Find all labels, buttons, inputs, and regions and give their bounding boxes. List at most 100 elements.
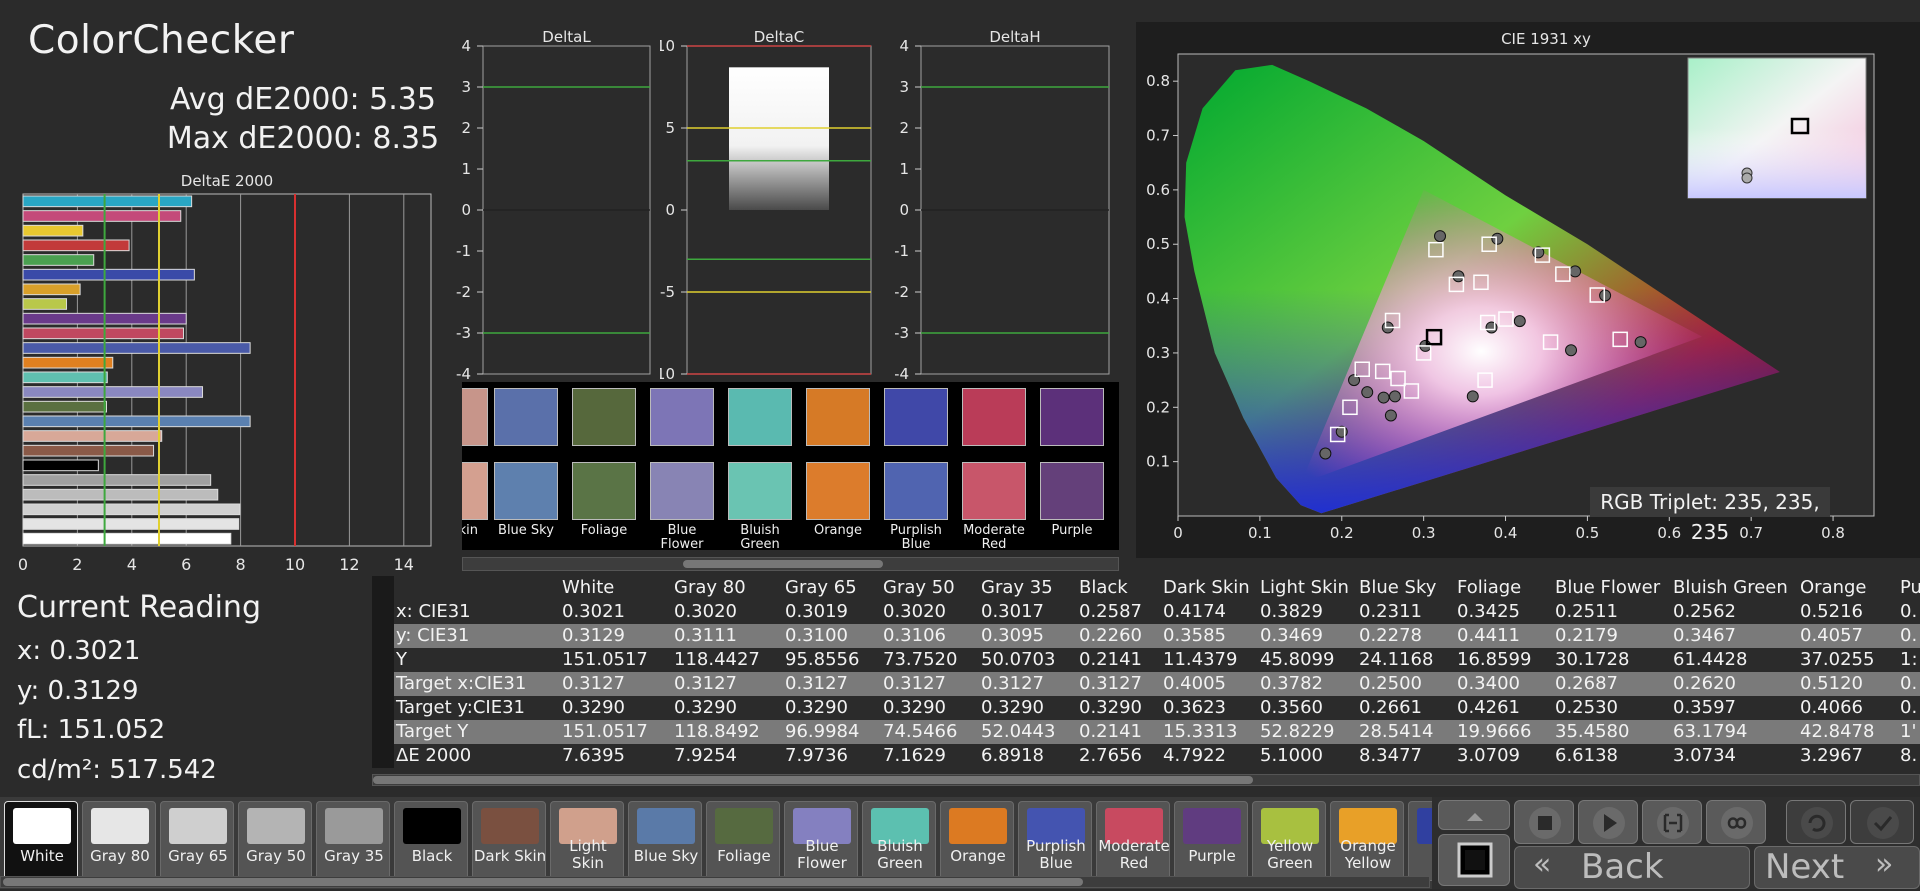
current-x: x: 0.3021 bbox=[17, 636, 141, 666]
patch-tile[interactable]: Gray 65 bbox=[160, 801, 234, 881]
target-swatch bbox=[572, 462, 636, 520]
patch-tile[interactable]: Dark Skin bbox=[472, 801, 546, 881]
measured-point bbox=[1319, 447, 1332, 460]
table-cell: 7.6395 bbox=[562, 745, 625, 766]
column-header[interactable]: Light Skin bbox=[1260, 576, 1349, 600]
column-header[interactable]: Black bbox=[1079, 576, 1128, 600]
loop-button[interactable] bbox=[1706, 800, 1766, 844]
delta-ytick: 4 bbox=[461, 37, 471, 55]
column-header[interactable]: Pu bbox=[1900, 576, 1920, 600]
delta-ytick: -3 bbox=[456, 324, 471, 342]
square-icon bbox=[1457, 842, 1493, 878]
patch-tile[interactable]: Light Skin bbox=[550, 801, 624, 881]
table-cell: 0.4174 bbox=[1163, 601, 1226, 622]
next-button[interactable]: Next » bbox=[1754, 846, 1920, 889]
patch-tile[interactable]: Purplish Blue bbox=[1018, 801, 1092, 881]
patch-label: Gray 80 bbox=[90, 847, 150, 865]
patch-tile[interactable]: Gray 50 bbox=[238, 801, 312, 881]
row-header-cell bbox=[372, 624, 394, 648]
patch-tile[interactable]: Blue Sky bbox=[628, 801, 702, 881]
back-label: Back bbox=[1581, 847, 1664, 887]
table-cell: 61.4428 bbox=[1673, 649, 1748, 670]
patch-swatch bbox=[949, 808, 1007, 844]
column-header[interactable]: Gray 65 bbox=[785, 576, 857, 600]
patch-tile[interactable]: Gray 80 bbox=[82, 801, 156, 881]
back-button[interactable]: « Back bbox=[1514, 846, 1750, 889]
swatch-scroll-thumb[interactable] bbox=[683, 560, 883, 568]
measured-swatch bbox=[494, 388, 558, 446]
play-button[interactable] bbox=[1578, 800, 1638, 844]
patch-swatch bbox=[325, 808, 383, 844]
table-scroll-thumb[interactable] bbox=[373, 776, 1253, 784]
column-header[interactable]: Blue Flower bbox=[1555, 576, 1660, 600]
row-label: y: CIE31 bbox=[396, 625, 470, 646]
patch-scrollbar[interactable] bbox=[0, 876, 1430, 888]
table-cell: 16.8599 bbox=[1457, 649, 1532, 670]
cie-ytick: 0.7 bbox=[1146, 127, 1170, 145]
patch-label: Blue Sky bbox=[633, 847, 699, 865]
column-header[interactable]: Dark Skin bbox=[1163, 576, 1250, 600]
patch-tile[interactable]: Black bbox=[394, 801, 468, 881]
column-header[interactable]: Gray 50 bbox=[883, 576, 955, 600]
patch-tile[interactable]: Orange bbox=[940, 801, 1014, 881]
column-header[interactable]: Blue Sky bbox=[1359, 576, 1436, 600]
patch-tile[interactable]: Moderate Red bbox=[1096, 801, 1170, 881]
column-header[interactable]: Gray 35 bbox=[981, 576, 1053, 600]
patch-swatch bbox=[91, 808, 149, 844]
patch-tile[interactable]: Yellow Green bbox=[1252, 801, 1326, 881]
deltae-xtick: 4 bbox=[127, 555, 137, 571]
column-header[interactable]: Orange bbox=[1800, 576, 1867, 600]
table-cell: 0.3469 bbox=[1260, 625, 1323, 646]
table-cell: 0.3111 bbox=[674, 625, 737, 646]
column-header[interactable]: White bbox=[562, 576, 614, 600]
confirm-button[interactable] bbox=[1850, 800, 1914, 844]
patch-tile[interactable]: White bbox=[4, 801, 78, 881]
patch-label: Bluish Green bbox=[877, 837, 923, 872]
delta-ytick: -4 bbox=[456, 365, 471, 382]
delta-ytick: 0 bbox=[461, 201, 471, 219]
deltae-xtick: 10 bbox=[285, 555, 305, 571]
patch-tile[interactable]: Blue Flower bbox=[784, 801, 858, 881]
table-cell: 15.3313 bbox=[1163, 721, 1238, 742]
deltae-xtick: 0 bbox=[18, 555, 28, 571]
patch-label: White bbox=[20, 847, 64, 865]
table-cell: 0.3290 bbox=[785, 697, 848, 718]
measured-swatch bbox=[962, 388, 1026, 446]
table-cell: 0.2530 bbox=[1555, 697, 1618, 718]
column-header[interactable]: Bluish Green bbox=[1673, 576, 1788, 600]
table-cell: 0.2500 bbox=[1359, 673, 1422, 694]
column-header[interactable]: Gray 80 bbox=[674, 576, 746, 600]
up-button[interactable] bbox=[1438, 800, 1510, 830]
patch-tile[interactable]: Orange Yellow bbox=[1330, 801, 1404, 881]
patch-tile[interactable]: Foliage bbox=[706, 801, 780, 881]
table-cell: 6.8918 bbox=[981, 745, 1044, 766]
infinity-icon bbox=[1721, 807, 1753, 839]
table-cell: 0.3290 bbox=[883, 697, 946, 718]
cie-inset-shade bbox=[1688, 58, 1866, 198]
stop-patch-button[interactable] bbox=[1438, 834, 1510, 886]
table-cell: 0.5120 bbox=[1800, 673, 1863, 694]
patch-scroll-thumb[interactable] bbox=[3, 878, 1083, 886]
row-label: Target y:CIE31 bbox=[396, 697, 525, 718]
table-cell: 0.3127 bbox=[785, 673, 848, 694]
stop-button[interactable] bbox=[1514, 800, 1574, 844]
table-scrollbar[interactable] bbox=[372, 774, 1920, 786]
cie-chart: CIE 1931 xy 0 0.1 0.2 0.3 0.4 0.5 0.6 0.7 0.8 0.8 0… bbox=[1146, 30, 1875, 542]
measured-swatch bbox=[884, 388, 948, 446]
deltae-bar bbox=[22, 298, 68, 310]
patch-tile[interactable]: Purple bbox=[1174, 801, 1248, 881]
patch-tile[interactable]: Bluish Green bbox=[862, 801, 936, 881]
swatch-scrollbar[interactable] bbox=[462, 557, 1119, 571]
table-cell: 0.3560 bbox=[1260, 697, 1323, 718]
delta-ytick: 5 bbox=[665, 119, 675, 137]
column-header[interactable]: Foliage bbox=[1457, 576, 1521, 600]
deltae-bar bbox=[22, 239, 130, 252]
row-label: Target x:CIE31 bbox=[396, 673, 527, 694]
table-cell: 73.7520 bbox=[883, 649, 958, 670]
delta-ytick: 0 bbox=[665, 201, 675, 219]
table-cell: 45.8099 bbox=[1260, 649, 1335, 670]
table-cell: 52.8229 bbox=[1260, 721, 1335, 742]
frame-button[interactable] bbox=[1642, 800, 1702, 844]
patch-tile[interactable]: Gray 35 bbox=[316, 801, 390, 881]
refresh-button[interactable] bbox=[1786, 800, 1846, 844]
